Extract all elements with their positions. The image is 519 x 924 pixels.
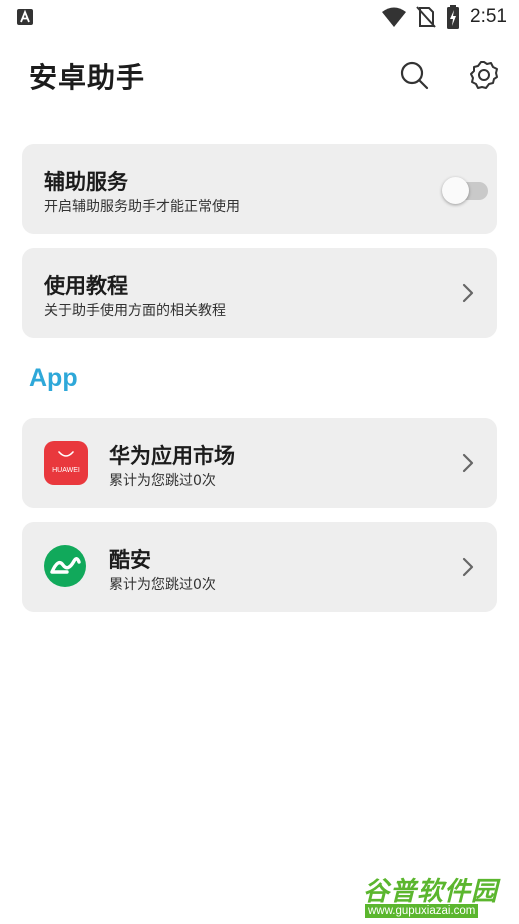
wifi-icon [382, 7, 407, 27]
app-name: 华为应用市场 [109, 444, 235, 468]
battery-charging-icon [447, 5, 460, 29]
status-bar: 2:51 [0, 0, 519, 34]
chevron-right-icon [462, 557, 474, 577]
settings-button[interactable] [468, 59, 500, 91]
search-button[interactable] [398, 59, 430, 91]
no-sim-icon [416, 6, 436, 28]
chevron-right-icon [462, 283, 474, 303]
accessibility-service-title: 辅助服务 [44, 170, 128, 194]
app-card-huawei[interactable]: HUAWEI 华为应用市场 累计为您跳过0次 [22, 418, 497, 508]
app-name: 酷安 [109, 548, 151, 572]
tutorial-subtitle: 关于助手使用方面的相关教程 [44, 303, 226, 319]
tutorial-card[interactable]: 使用教程 关于助手使用方面的相关教程 [22, 248, 497, 338]
app-card-coolapk[interactable]: 酷安 累计为您跳过0次 [22, 522, 497, 612]
app-skip-count: 累计为您跳过0次 [109, 577, 216, 593]
section-header-app: App [29, 364, 78, 392]
watermark: 谷普软件园 www.gupuxiazai.com [361, 869, 517, 922]
app-bar: 安卓助手 [0, 50, 519, 102]
accessibility-service-subtitle: 开启辅助服务助手才能正常使用 [44, 199, 240, 215]
huawei-appgallery-icon: HUAWEI [44, 441, 88, 485]
accessibility-toggle[interactable] [442, 175, 488, 205]
chevron-right-icon [462, 453, 474, 473]
status-icons: 2:51 [382, 5, 507, 29]
gear-icon [470, 61, 498, 89]
toggle-thumb [442, 177, 469, 204]
accessibility-service-card[interactable]: 辅助服务 开启辅助服务助手才能正常使用 [22, 144, 497, 234]
app-skip-count: 累计为您跳过0次 [109, 473, 216, 489]
watermark-title: 谷普软件园 [363, 877, 499, 907]
accessibility-a-icon [17, 9, 33, 25]
status-time: 2:51 [470, 6, 507, 27]
tutorial-title: 使用教程 [44, 274, 128, 298]
page-title: 安卓助手 [29, 61, 146, 94]
huawei-icon-text: HUAWEI [52, 467, 80, 474]
search-icon [400, 61, 429, 90]
watermark-url: www.gupuxiazai.com [365, 904, 479, 918]
coolapk-icon [44, 545, 86, 587]
